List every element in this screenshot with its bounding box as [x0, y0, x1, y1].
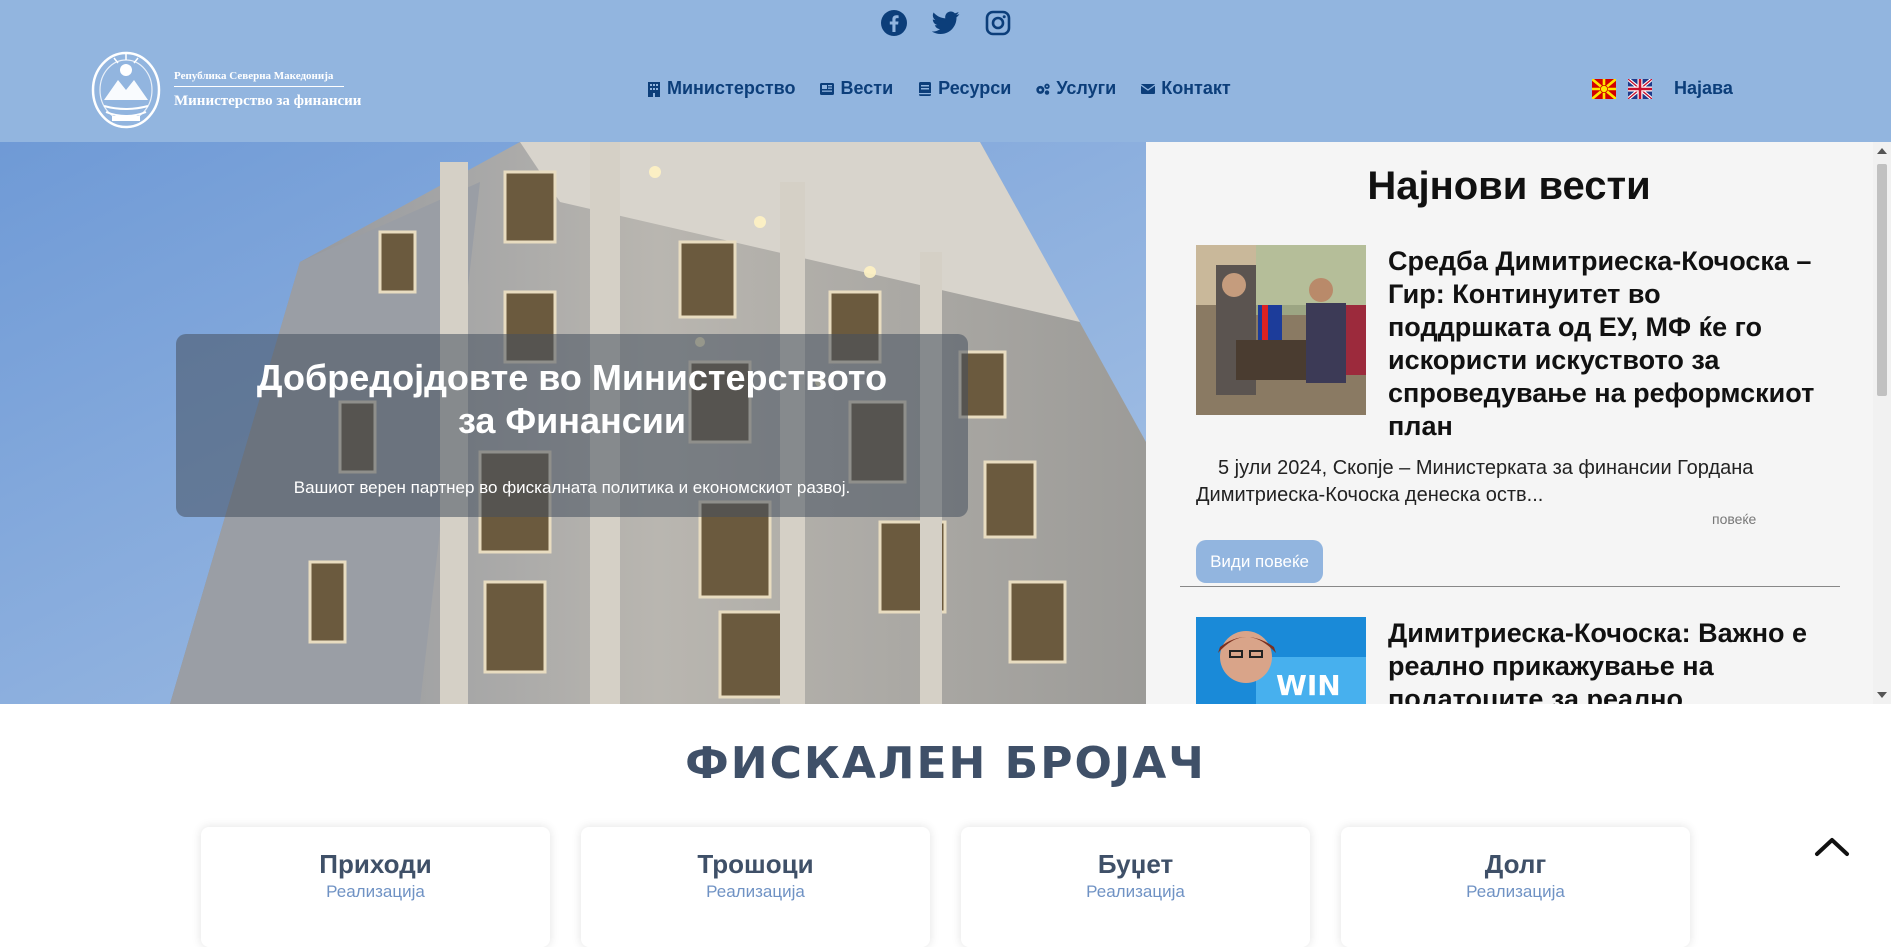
facebook-icon[interactable] — [879, 8, 909, 38]
twitter-icon[interactable] — [931, 8, 961, 38]
book-icon — [919, 81, 932, 96]
nav-news[interactable]: Вести — [819, 78, 893, 99]
hero-welcome-box: Добредојдовте во Министерството за Финан… — [176, 334, 968, 517]
fiscal-card-revenue[interactable]: Приходи Реализација — [201, 827, 550, 947]
language-switcher: Најава — [1592, 78, 1733, 99]
logo-ministry: Министерство за финансии — [174, 93, 362, 109]
news-article-title[interactable]: Средба Димитриеска-Кочоска – Гир: Контин… — [1388, 245, 1828, 443]
scrollbar-thumb[interactable] — [1877, 164, 1887, 396]
scroll-down-arrow-icon[interactable] — [1877, 692, 1887, 698]
nav-ministry[interactable]: Министерство — [646, 78, 795, 99]
scroll-up-arrow-icon[interactable] — [1877, 148, 1887, 154]
svg-text:WIN: WIN — [1276, 669, 1341, 702]
news-article-image[interactable] — [1196, 245, 1366, 415]
macedonian-flag-icon[interactable] — [1592, 78, 1616, 99]
gears-icon — [1036, 83, 1051, 95]
fiscal-cards: Приходи Реализација Трошоци Реализација … — [201, 827, 1690, 947]
back-to-top-chevron-icon[interactable] — [1812, 830, 1852, 860]
fiscal-card-debt[interactable]: Долг Реализација — [1341, 827, 1690, 947]
main-nav: Министерство Вести Ресурси Услуги Контак… — [646, 78, 1231, 99]
nav-services[interactable]: Услуги — [1035, 78, 1116, 99]
fiscal-card-subtitle: Реализација — [1086, 882, 1185, 901]
view-more-button[interactable]: Види повеќе — [1196, 540, 1323, 583]
fiscal-card-subtitle: Реализација — [706, 882, 805, 901]
latest-news-panel[interactable]: Најнови вести Средба Димитриеска-Кочоска… — [1146, 142, 1891, 704]
news-article-title[interactable]: Димитриеска-Кочоска: Важно е реално прик… — [1388, 617, 1828, 704]
newspaper-icon — [820, 82, 835, 95]
news-article: WIN Димитриеска-Кочоска: Важно е реално … — [1196, 617, 1826, 704]
building-icon — [648, 81, 660, 97]
fiscal-card-title: Приходи — [319, 849, 432, 879]
news-scrollbar[interactable] — [1873, 142, 1891, 704]
fiscal-card-title: Буџет — [1097, 849, 1174, 879]
fiscal-card-subtitle: Реализација — [326, 882, 425, 901]
news-article: Средба Димитриеска-Кочоска – Гир: Контин… — [1196, 245, 1826, 585]
nav-ministry-label: Министерство — [667, 78, 796, 98]
hero-title: Добредојдовте во Министерството за Финан… — [256, 357, 888, 441]
login-link[interactable]: Најава — [1674, 78, 1733, 99]
nav-resources[interactable]: Ресурси — [917, 78, 1011, 99]
logo-country: Република Северна Македонија — [174, 70, 344, 87]
fiscal-card-subtitle: Реализација — [1466, 882, 1565, 901]
nav-contact[interactable]: Контакт — [1140, 78, 1231, 99]
hero-subtitle: Вашиот верен партнер во фискалната полит… — [293, 478, 851, 497]
latest-news-heading: Најнови вести — [1367, 164, 1651, 208]
coat-of-arms-emblem — [91, 51, 161, 129]
nav-news-label: Вести — [840, 78, 894, 98]
news-article-image[interactable]: WIN — [1196, 617, 1366, 704]
site-header: Република Северна Македонија Министерств… — [0, 0, 1891, 142]
fiscal-card-budget[interactable]: Буџет Реализација — [961, 827, 1310, 947]
uk-flag-icon[interactable] — [1628, 78, 1652, 99]
news-divider — [1180, 586, 1840, 587]
ministry-logo[interactable]: Република Северна Македонија Министерств… — [90, 48, 380, 132]
logo-text: Република Северна Македонија Министерств… — [174, 70, 361, 110]
social-links — [0, 8, 1891, 38]
fiscal-counter-heading: ФИСКАЛЕН БРОЈАЧ — [685, 738, 1206, 789]
hero-banner: Добредојдовте во Министерството за Финан… — [0, 142, 1146, 704]
nav-services-label: Услуги — [1056, 78, 1117, 98]
fiscal-card-title: Долг — [1484, 849, 1547, 879]
envelope-icon — [1140, 83, 1156, 94]
instagram-icon[interactable] — [983, 8, 1013, 38]
fiscal-card-expenses[interactable]: Трошоци Реализација — [581, 827, 930, 947]
nav-contact-label: Контакт — [1161, 78, 1231, 98]
read-more-link[interactable]: повеќе — [1712, 511, 1756, 527]
fiscal-card-title: Трошоци — [697, 849, 814, 879]
news-article-excerpt: 5 јули 2024, Скопје – Министерката за фи… — [1196, 457, 1754, 506]
nav-resources-label: Ресурси — [938, 78, 1012, 98]
